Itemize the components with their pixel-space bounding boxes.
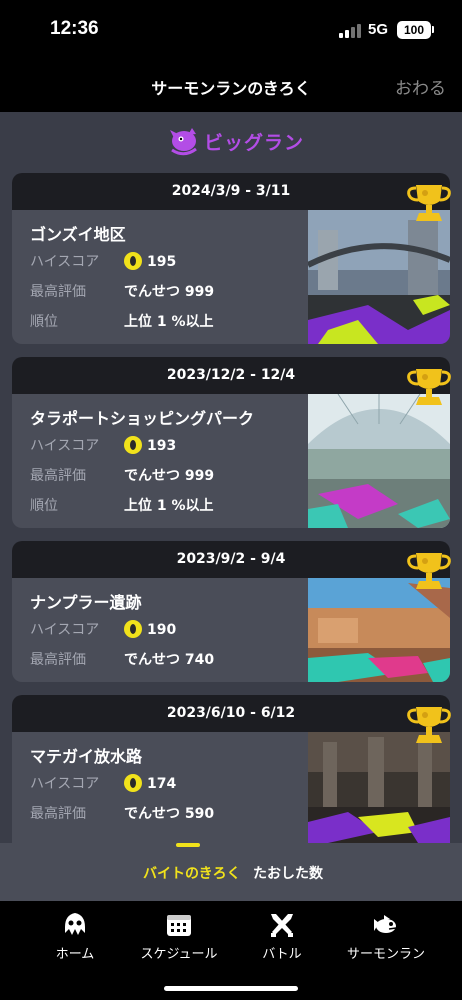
mode-header: ビッグラン xyxy=(0,112,462,166)
battery-icon: 100 xyxy=(397,21,431,39)
status-time: 12:36 xyxy=(50,18,99,39)
stage-name: ゴンズイ地区 xyxy=(30,225,126,244)
stage-image xyxy=(308,210,450,344)
tab-schedule[interactable]: スケジュール xyxy=(124,909,234,969)
network-type: 5G xyxy=(368,21,389,38)
tab-battle[interactable]: バトル xyxy=(227,909,337,969)
home-indicator xyxy=(164,986,298,991)
signal-icon xyxy=(339,24,361,38)
best-grade-label: 最高評価 xyxy=(30,806,86,822)
stage-image xyxy=(308,578,450,682)
high-score-label: ハイスコア xyxy=(30,438,100,454)
record-card[interactable]: 2023/6/10 - 6/12 マテガイ放水路 ハイスコア 174 最高評価 … xyxy=(12,695,450,843)
best-grade-value: でんせつ 999 xyxy=(124,284,215,300)
high-score-row: ハイスコア 190 xyxy=(30,619,300,641)
high-score-row: ハイスコア 195 xyxy=(30,251,300,273)
battery-tip xyxy=(432,26,434,33)
best-grade-value: でんせつ 999 xyxy=(124,468,215,484)
status-bar: 12:36 5G 100 xyxy=(0,0,462,66)
nav-bar: サーモンランのきろく おわる xyxy=(0,66,462,112)
record-card[interactable]: 2023/9/2 - 9/4 ナンプラー遺跡 ハイスコア 190 最高評価 でん… xyxy=(12,541,450,682)
rank-label: 順位 xyxy=(30,498,58,514)
record-card[interactable]: 2024/3/9 - 3/11 ゴンズイ地区 ハイスコア 195 最高評価 でん… xyxy=(12,173,450,344)
subtab-indicator xyxy=(176,843,200,847)
trophy-icon xyxy=(407,369,451,405)
tab-schedule-label: スケジュール xyxy=(140,947,218,962)
rank-value: 上位 1 %以上 xyxy=(124,314,214,330)
best-grade-row: 最高評価 でんせつ 999 xyxy=(30,465,300,487)
tab-defeated-count[interactable]: たおした数 xyxy=(253,863,323,883)
high-score-value: 190 xyxy=(124,619,176,641)
page-title: サーモンランのきろく xyxy=(151,79,311,98)
record-card[interactable]: 2023/12/2 - 12/4 タラポートショッピングパーク ハイスコア 19… xyxy=(12,357,450,528)
high-score-row: ハイスコア 174 xyxy=(30,773,300,795)
card-dates: 2023/12/2 - 12/4 xyxy=(12,357,450,394)
best-grade-value: でんせつ 740 xyxy=(124,652,215,668)
high-score-label: ハイスコア xyxy=(30,254,100,270)
trophy-icon xyxy=(407,185,451,221)
tab-salmon-run-label: サーモンラン xyxy=(346,947,425,962)
calendar-icon xyxy=(167,915,191,936)
golden-egg-icon xyxy=(124,774,142,792)
card-dates: 2023/6/10 - 6/12 xyxy=(12,695,450,732)
high-score-row: ハイスコア 193 xyxy=(30,435,300,457)
high-score-label: ハイスコア xyxy=(30,622,100,638)
best-grade-label: 最高評価 xyxy=(30,284,86,300)
high-score-label: ハイスコア xyxy=(30,776,100,792)
record-subtabs: バイトのきろく たおした数 xyxy=(0,843,462,901)
stage-name: マテガイ放水路 xyxy=(30,747,143,766)
tab-battle-label: バトル xyxy=(262,947,302,962)
card-dates: 2023/9/2 - 9/4 xyxy=(12,541,450,578)
high-score-value: 174 xyxy=(124,773,176,795)
high-score-value: 193 xyxy=(124,435,176,457)
rank-row: 順位 上位 1 %以上 xyxy=(30,311,300,333)
rank-value: 上位 1 %以上 xyxy=(124,498,214,514)
crossed-weapons-icon xyxy=(271,914,293,937)
golden-egg-icon xyxy=(124,620,142,638)
high-score-value: 195 xyxy=(124,251,176,273)
salmon-icon xyxy=(374,915,397,933)
best-grade-value: でんせつ 590 xyxy=(124,806,215,822)
tab-home[interactable]: ホーム xyxy=(20,909,130,969)
best-grade-row: 最高評価 でんせつ 590 xyxy=(30,803,300,825)
best-grade-label: 最高評価 xyxy=(30,652,86,668)
tab-salmon-run[interactable]: サーモンラン xyxy=(331,909,441,969)
mode-title: ビッグラン xyxy=(204,132,305,154)
rank-row: 順位 上位 1 %以上 xyxy=(30,495,300,517)
best-grade-row: 最高評価 でんせつ 999 xyxy=(30,281,300,303)
stage-name: タラポートショッピングパーク xyxy=(30,409,255,428)
stage-image xyxy=(308,394,450,528)
tab-job-records[interactable]: バイトのきろく xyxy=(143,863,241,883)
best-grade-label: 最高評価 xyxy=(30,468,86,484)
close-button[interactable]: おわる xyxy=(395,74,446,99)
tab-home-label: ホーム xyxy=(55,947,95,962)
rank-label: 順位 xyxy=(30,314,58,330)
stage-image xyxy=(308,732,450,843)
best-grade-row: 最高評価 でんせつ 740 xyxy=(30,649,300,671)
trophy-icon xyxy=(407,553,451,589)
squid-icon xyxy=(65,913,85,935)
stage-name: ナンプラー遺跡 xyxy=(30,593,142,612)
golden-egg-icon xyxy=(124,436,142,454)
golden-egg-icon xyxy=(124,252,142,270)
card-dates: 2024/3/9 - 3/11 xyxy=(12,173,450,210)
trophy-icon xyxy=(407,707,451,743)
